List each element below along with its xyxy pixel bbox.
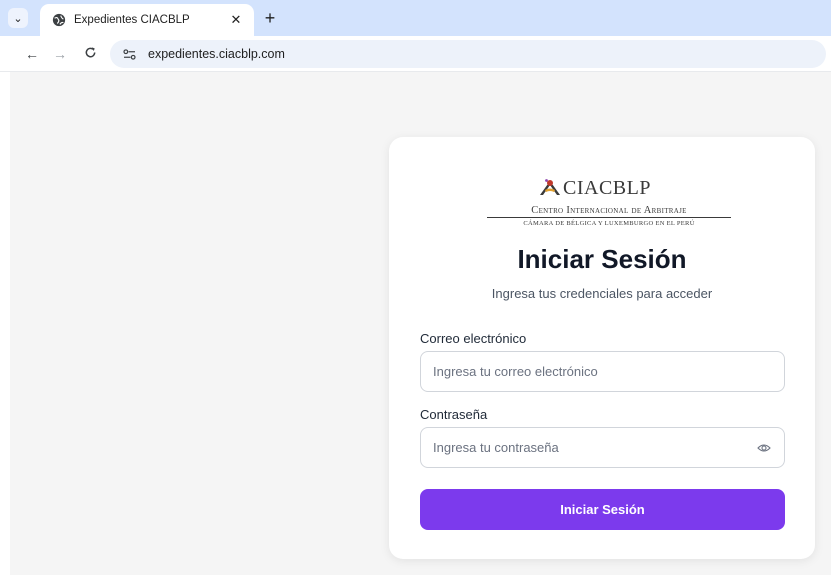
- ciacblp-emblem-icon: [540, 179, 560, 195]
- site-info-button[interactable]: [120, 45, 138, 63]
- email-field[interactable]: [433, 364, 772, 379]
- login-submit-button[interactable]: Iniciar Sesión: [420, 489, 785, 530]
- logo-subtagline: Cámara de Bélgica y Luxemburgo en el Per…: [523, 220, 695, 227]
- url-text: expedientes.ciacblp.com: [148, 47, 285, 61]
- close-icon[interactable]: ✕: [228, 12, 244, 28]
- browser-tab[interactable]: Expedientes CIACBLP ✕: [40, 4, 254, 36]
- password-label: Contraseña: [420, 407, 488, 422]
- tune-icon: [122, 48, 136, 60]
- email-label: Correo electrónico: [420, 331, 527, 346]
- plus-icon: +: [264, 8, 276, 28]
- password-field[interactable]: [433, 440, 756, 455]
- reload-button[interactable]: [80, 44, 100, 64]
- logo-name: CIACBLP: [563, 177, 651, 199]
- tab-search-button[interactable]: ⌄: [8, 8, 28, 28]
- arrow-left-icon: ←: [25, 46, 39, 62]
- globe-icon: [52, 13, 66, 27]
- email-field-wrapper: [420, 351, 785, 392]
- ciacblp-logo: CIACBLP Centro Internacional de Arbitraj…: [484, 175, 734, 233]
- new-tab-button[interactable]: +: [259, 7, 281, 29]
- logo-tagline: Centro Internacional de Arbitraje: [487, 205, 731, 218]
- address-bar[interactable]: expedientes.ciacblp.com: [110, 40, 826, 68]
- page-viewport: CIACBLP Centro Internacional de Arbitraj…: [0, 72, 831, 575]
- forward-button[interactable]: →: [50, 44, 70, 64]
- password-field-wrapper: [420, 427, 785, 468]
- browser-toolbar: ← → expedientes.ciacblp.com: [0, 36, 831, 72]
- back-button[interactable]: ←: [22, 44, 42, 64]
- browser-tab-bar: ⌄ Expedientes CIACBLP ✕ +: [0, 0, 831, 36]
- page-subtitle: Ingresa tus credenciales para acceder: [491, 286, 713, 301]
- login-card: CIACBLP Centro Internacional de Arbitraj…: [389, 137, 815, 559]
- page-title: Iniciar Sesión: [517, 244, 687, 274]
- eye-icon[interactable]: [756, 440, 772, 456]
- chevron-down-icon: ⌄: [13, 12, 23, 25]
- reload-icon: [85, 47, 95, 58]
- page-left-edge: [0, 72, 10, 575]
- arrow-right-icon: →: [53, 46, 67, 62]
- tab-title: Expedientes CIACBLP: [74, 14, 190, 26]
